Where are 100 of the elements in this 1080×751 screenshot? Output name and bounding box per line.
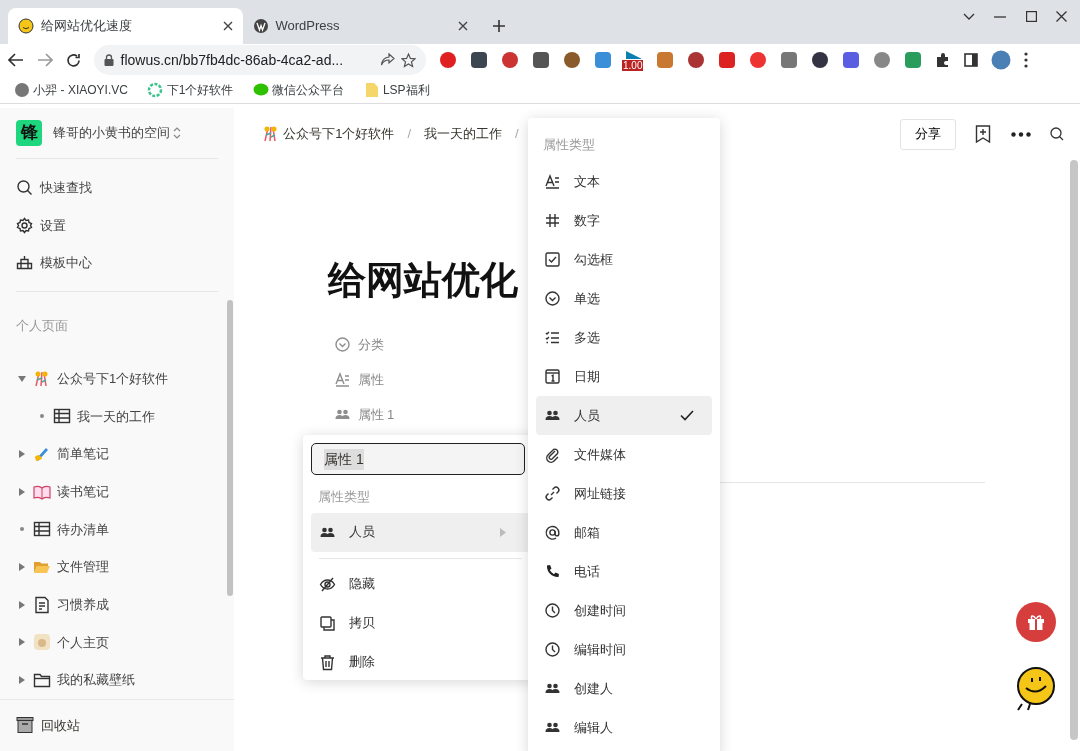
type-option[interactable]: 数字	[536, 201, 712, 240]
bookmark-link[interactable]: 下1个好软件	[147, 80, 234, 99]
extension-icon[interactable]	[532, 51, 550, 69]
breadcrumb-link[interactable]: 我一天的工作	[424, 124, 503, 144]
type-option[interactable]: 创建人	[536, 669, 712, 708]
caret-right-icon[interactable]	[18, 675, 26, 684]
caret-right-icon[interactable]	[18, 600, 26, 609]
close-icon[interactable]	[1056, 11, 1067, 22]
copy-icon	[319, 614, 336, 632]
sidebar-page-item[interactable]: 我一天的工作	[0, 397, 234, 436]
browser-tab[interactable]: WordPress	[243, 8, 478, 44]
sidebar-page-item[interactable]: 文件管理	[0, 548, 234, 586]
type-option[interactable]: 电话	[536, 552, 712, 591]
profile-avatar-icon[interactable]	[991, 50, 1011, 70]
smiley-icon	[18, 18, 34, 34]
breadcrumb-separator: /	[515, 125, 519, 144]
gift-icon	[1026, 612, 1046, 632]
up-down-chevron-icon	[172, 127, 181, 140]
menu-item[interactable]: 删除	[311, 642, 530, 682]
sidebar-page-item[interactable]: 习惯养成	[0, 585, 234, 624]
forward-arrow-icon[interactable]	[37, 53, 53, 67]
sidebar-page-item[interactable]: 读书笔记	[0, 472, 234, 511]
sidebar-nav-item[interactable]: 设置	[0, 206, 234, 245]
star-icon[interactable]	[401, 52, 416, 68]
reload-icon[interactable]	[66, 52, 81, 68]
bookmark-plus-icon[interactable]	[975, 125, 991, 143]
scrollbar-thumb[interactable]	[1070, 160, 1078, 740]
minimize-icon[interactable]	[994, 15, 1006, 18]
type-option[interactable]: 文件媒体	[536, 435, 712, 474]
menu-item[interactable]: 拷贝	[311, 603, 530, 643]
sidebar-page-item[interactable]: 简单笔记	[0, 435, 234, 473]
checkbox-icon	[544, 251, 561, 268]
type-option[interactable]: 网址链接	[536, 474, 712, 513]
type-option[interactable]: 编辑人	[536, 708, 712, 747]
type-option[interactable]: 邮箱	[536, 513, 712, 552]
bookmark-link[interactable]: 小羿 - XIAOYI.VC	[14, 80, 128, 99]
side-panel-icon[interactable]	[964, 53, 978, 67]
caret-down-icon[interactable]	[18, 374, 26, 383]
paperclip-icon	[544, 446, 561, 463]
share-button[interactable]: 分享	[899, 118, 956, 150]
property-label[interactable]: 属性 1	[357, 404, 395, 425]
type-option[interactable]: 文本	[536, 162, 712, 201]
sidebar-page-item[interactable]: 个人主页	[0, 623, 234, 662]
chevron-circle-icon	[544, 290, 561, 307]
extension-icon[interactable]	[470, 51, 488, 69]
close-icon[interactable]	[458, 21, 468, 31]
caret-right-icon[interactable]	[18, 638, 26, 647]
share-icon[interactable]	[379, 53, 395, 67]
puzzle-icon[interactable]	[935, 52, 951, 68]
eye-slash-icon	[319, 575, 336, 593]
property-type-item[interactable]: 人员	[311, 512, 530, 552]
type-option[interactable]: 多选	[536, 318, 712, 357]
checkmark-icon	[680, 410, 694, 421]
type-option[interactable]: 人员	[536, 396, 712, 435]
extension-icon[interactable]	[687, 51, 705, 69]
sidebar-nav-item[interactable]: 模板中心	[0, 244, 234, 282]
browser-tab[interactable]: 给网站优化速度	[8, 8, 243, 44]
menu-heading: 属性类型	[317, 489, 370, 504]
property-name-field[interactable]: 属性 1	[311, 443, 525, 475]
property-label[interactable]: 属性	[357, 369, 384, 390]
sidebar-page-item[interactable]: 待办清单	[0, 510, 234, 549]
maximize-icon[interactable]	[1025, 11, 1037, 22]
gift-button[interactable]	[1016, 602, 1056, 642]
section-label: 个人页面	[16, 317, 68, 336]
type-option[interactable]: 勾选框	[536, 240, 712, 279]
extension-icon[interactable]	[811, 51, 829, 69]
type-option[interactable]: 编辑时间	[536, 630, 712, 669]
workspace-switcher[interactable]: 锋哥的小黄书的空间	[52, 123, 181, 143]
property-label[interactable]: 分类	[357, 334, 384, 355]
bookmark-link[interactable]: LSP福利	[363, 80, 430, 99]
type-option[interactable]: 日期	[536, 357, 712, 396]
text-type-icon	[334, 371, 351, 388]
search-icon	[16, 179, 33, 197]
page-title: 给网站优化	[328, 258, 519, 303]
archive-box-icon	[16, 716, 34, 735]
bookmark-link[interactable]: 微信公众平台	[252, 80, 345, 99]
plus-icon[interactable]	[492, 19, 506, 33]
breadcrumb-link[interactable]: 公众号下1个好软件	[262, 124, 395, 144]
extension-icon[interactable]	[563, 51, 581, 69]
sidebar-page-item[interactable]: 公众号下1个好软件	[0, 360, 234, 398]
caret-right-icon[interactable]	[18, 563, 26, 572]
back-arrow-icon[interactable]	[8, 53, 24, 67]
search-icon[interactable]	[1050, 127, 1064, 141]
menu-item[interactable]: 隐藏	[311, 564, 530, 604]
table-icon	[52, 407, 71, 426]
chevron-down-icon[interactable]	[962, 12, 975, 21]
sidebar-nav-item[interactable]: 快速查找	[0, 168, 234, 207]
blocks-icon	[16, 254, 33, 272]
caret-right-icon[interactable]	[18, 487, 26, 496]
address-bar[interactable]: flowus.cn/bb7fb4dc-86ab-4ca2-ad...	[94, 45, 426, 75]
close-icon[interactable]	[223, 21, 233, 31]
scrollbar-thumb[interactable]	[227, 300, 233, 596]
kebab-menu-icon[interactable]	[1024, 52, 1028, 68]
type-option[interactable]: 单选	[536, 279, 712, 318]
type-option[interactable]: 创建时间	[536, 591, 712, 630]
caret-right-icon[interactable]	[18, 450, 26, 459]
trash-item[interactable]: 回收站	[0, 698, 234, 751]
more-icon[interactable]	[1010, 131, 1031, 137]
chat-bubble-icon	[252, 81, 269, 98]
sidebar-page-item[interactable]: 我的私藏壁纸	[0, 661, 234, 699]
